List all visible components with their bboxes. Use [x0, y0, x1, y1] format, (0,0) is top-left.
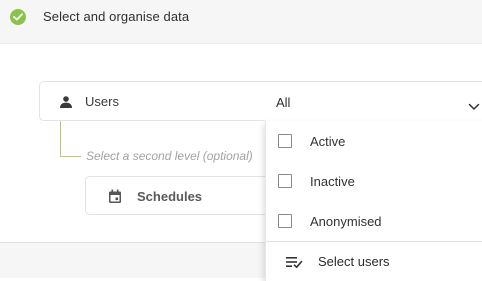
option-anonymised-checkbox[interactable]: [278, 214, 292, 228]
second-level-option-schedules[interactable]: Schedules: [85, 176, 270, 215]
option-active[interactable]: Active: [266, 121, 482, 161]
user-filter-dropdown: Active Inactive Anonymised Select users: [265, 121, 482, 281]
option-inactive[interactable]: Inactive: [266, 161, 482, 201]
option-anonymised-label: Anonymised: [310, 214, 382, 229]
tree-connector-horizontal: [60, 156, 81, 157]
chevron-down-icon[interactable]: [468, 98, 480, 116]
user-icon: [59, 95, 73, 113]
user-filter-value: All: [276, 95, 291, 110]
calendar-icon: [108, 189, 122, 209]
user-filter-select[interactable]: All: [265, 81, 482, 122]
select-users-label: Select users: [318, 254, 390, 269]
option-inactive-checkbox[interactable]: [278, 174, 292, 188]
check-circle-icon: [10, 9, 26, 25]
option-active-label: Active: [310, 134, 346, 149]
select-list-icon: [286, 255, 303, 273]
select-users-button[interactable]: Select users: [266, 242, 482, 281]
option-inactive-label: Inactive: [310, 174, 355, 189]
second-level-placeholder[interactable]: Select a second level (optional): [86, 149, 253, 163]
first-level-selector[interactable]: Users: [39, 81, 267, 121]
section-header: Select and organise data: [0, 0, 482, 44]
option-active-checkbox[interactable]: [278, 134, 292, 148]
schedules-label: Schedules: [137, 189, 203, 204]
option-anonymised[interactable]: Anonymised: [266, 201, 482, 241]
section-title: Select and organise data: [43, 9, 190, 24]
first-level-label: Users: [85, 94, 119, 109]
tree-connector-vertical: [60, 121, 61, 157]
